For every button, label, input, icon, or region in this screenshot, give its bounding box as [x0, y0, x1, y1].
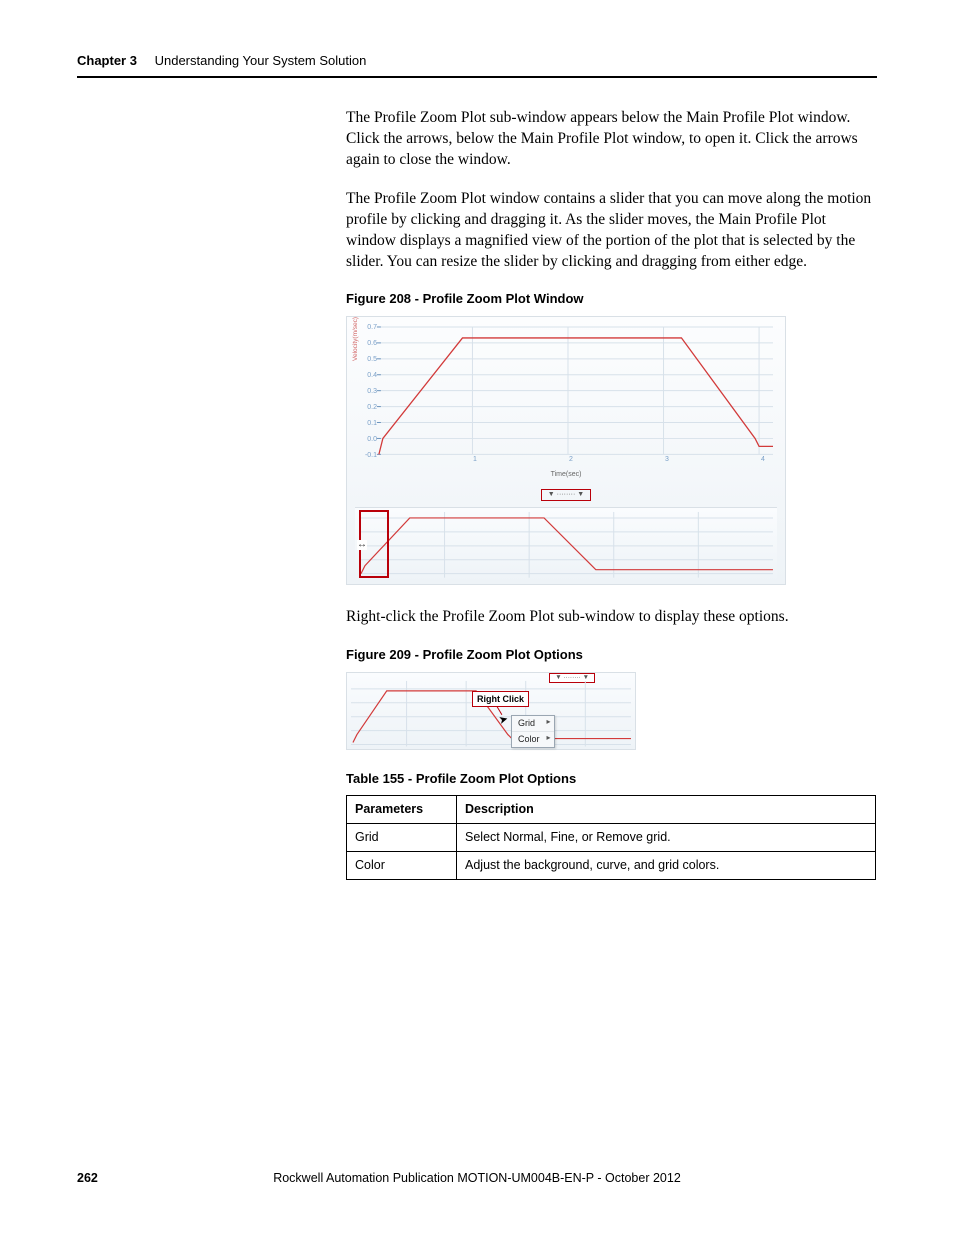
cell-desc: Select Normal, Fine, or Remove grid.	[457, 824, 876, 852]
chapter-title: Understanding Your System Solution	[155, 53, 367, 68]
cell-param: Color	[347, 852, 457, 880]
main-plot-svg	[355, 321, 777, 468]
table-155: Parameters Description Grid Select Norma…	[346, 795, 876, 880]
fig209-plot-svg	[347, 673, 635, 750]
zoom-plot-svg	[355, 508, 777, 582]
paragraph-1: The Profile Zoom Plot sub-window appears…	[346, 108, 877, 171]
body-content: The Profile Zoom Plot sub-window appears…	[346, 108, 877, 880]
running-header: Chapter 3 Understanding Your System Solu…	[77, 52, 877, 78]
main-profile-plot: Velocity(m/sec) 0.7 0.6 0.5 0.4 0.3 0.2 …	[355, 321, 777, 469]
paragraph-3: Right-click the Profile Zoom Plot sub-wi…	[346, 607, 877, 628]
paragraph-2: The Profile Zoom Plot window contains a …	[346, 189, 877, 273]
context-menu[interactable]: Grid Color	[511, 715, 555, 748]
cell-desc: Adjust the background, curve, and grid c…	[457, 852, 876, 880]
table-row: Grid Select Normal, Fine, or Remove grid…	[347, 824, 876, 852]
right-click-callout: Right Click	[472, 691, 529, 707]
collapse-toggle[interactable]: ▼ ········ ▼	[541, 489, 591, 500]
zoom-profile-plot[interactable]: ↔	[355, 507, 777, 582]
table-header-description: Description	[457, 796, 876, 824]
figure-209-caption: Figure 209 - Profile Zoom Plot Options	[346, 646, 877, 664]
zoom-slider[interactable]: ↔	[359, 510, 389, 578]
table-header-parameters: Parameters	[347, 796, 457, 824]
table-row: Color Adjust the background, curve, and …	[347, 852, 876, 880]
cell-param: Grid	[347, 824, 457, 852]
figure-208-caption: Figure 208 - Profile Zoom Plot Window	[346, 290, 877, 308]
figure-208: Velocity(m/sec) 0.7 0.6 0.5 0.4 0.3 0.2 …	[346, 316, 786, 585]
page-footer: 262 Rockwell Automation Publication MOTI…	[77, 1170, 877, 1187]
menu-item-grid[interactable]: Grid	[512, 716, 554, 732]
chapter-label: Chapter 3	[77, 53, 137, 68]
table-155-caption: Table 155 - Profile Zoom Plot Options	[346, 770, 877, 788]
resize-handle-icon[interactable]: ↔	[357, 540, 367, 550]
x-axis-label: Time(sec)	[355, 469, 777, 482]
menu-item-color[interactable]: Color	[512, 732, 554, 747]
collapse-arrows-row: ▼ ········ ▼	[355, 482, 777, 505]
publication-line: Rockwell Automation Publication MOTION-U…	[77, 1170, 877, 1187]
figure-209: ▼ ········ ▼ Right Click ➤ Grid Color	[346, 672, 636, 750]
